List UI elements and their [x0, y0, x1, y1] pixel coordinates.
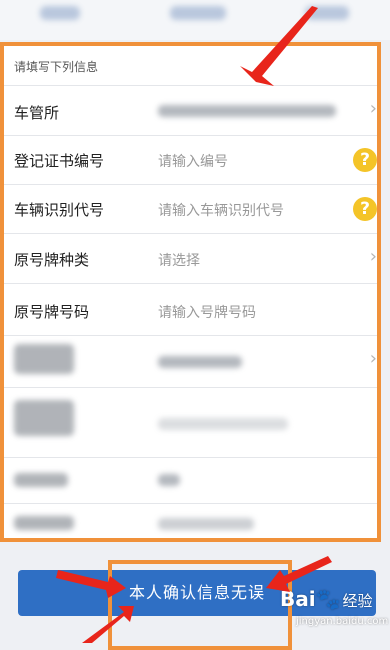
- row-label: 车管所: [14, 104, 60, 122]
- blurred-value: [158, 518, 254, 530]
- form-row-plate-number[interactable]: 原号牌号码 请输入号牌号码: [4, 283, 377, 335]
- blurred-value: [158, 474, 180, 486]
- info-form-card: 请填写下列信息 车管所 › 登记证书编号 请输入编号 ? 车辆识别代号 请输入车…: [0, 42, 381, 542]
- watermark-url: jingyan.baidu.com: [296, 616, 389, 627]
- row-label: 原号牌号码: [14, 303, 90, 321]
- form-row-blurred-3[interactable]: [4, 457, 377, 503]
- blurred-tab-1: [40, 6, 80, 20]
- top-tab-strip: [0, 0, 390, 40]
- section-title: 请填写下列信息: [14, 60, 99, 74]
- row-label: 车辆识别代号: [14, 201, 105, 219]
- blurred-label: [14, 344, 74, 374]
- chevron-right-icon[interactable]: ›: [370, 348, 377, 369]
- question-mark-icon[interactable]: ?: [353, 148, 377, 172]
- plate-type-select[interactable]: 请选择: [158, 250, 200, 270]
- blurred-value: [158, 105, 336, 117]
- row-label: 原号牌种类: [14, 251, 90, 269]
- blurred-value: [158, 418, 288, 430]
- form-row-certificate-number[interactable]: 登记证书编号 请输入编号 ?: [4, 135, 377, 184]
- watermark-brand: Bai: [280, 587, 316, 611]
- form-row-blurred-4[interactable]: [4, 503, 377, 542]
- paw-icon: 🐾: [315, 587, 341, 611]
- blurred-label: [14, 473, 68, 487]
- row-label: 登记证书编号: [14, 152, 105, 170]
- blurred-label: [14, 400, 74, 436]
- baidu-jingyan-watermark: Bai🐾 经验: [280, 587, 373, 611]
- form-row-blurred-1[interactable]: ›: [4, 335, 377, 387]
- vin-input[interactable]: 请输入车辆识别代号: [158, 200, 284, 220]
- form-row-vehicle-office[interactable]: 车管所 ›: [4, 85, 377, 135]
- watermark-suffix: 经验: [342, 592, 373, 610]
- form-row-vin[interactable]: 车辆识别代号 请输入车辆识别代号 ?: [4, 184, 377, 233]
- chevron-right-icon[interactable]: ›: [370, 98, 377, 119]
- chevron-right-icon[interactable]: ›: [370, 246, 377, 267]
- certificate-number-input[interactable]: 请输入编号: [158, 151, 228, 171]
- form-row-plate-type[interactable]: 原号牌种类 请选择 ›: [4, 233, 377, 283]
- plate-number-input[interactable]: 请输入号牌号码: [158, 302, 256, 322]
- question-mark-icon[interactable]: ?: [353, 197, 377, 221]
- blurred-value: [158, 356, 242, 368]
- blurred-tab-3: [305, 6, 349, 20]
- form-row-blurred-2[interactable]: [4, 387, 377, 457]
- blurred-label: [14, 516, 74, 530]
- blurred-tab-2: [170, 6, 226, 20]
